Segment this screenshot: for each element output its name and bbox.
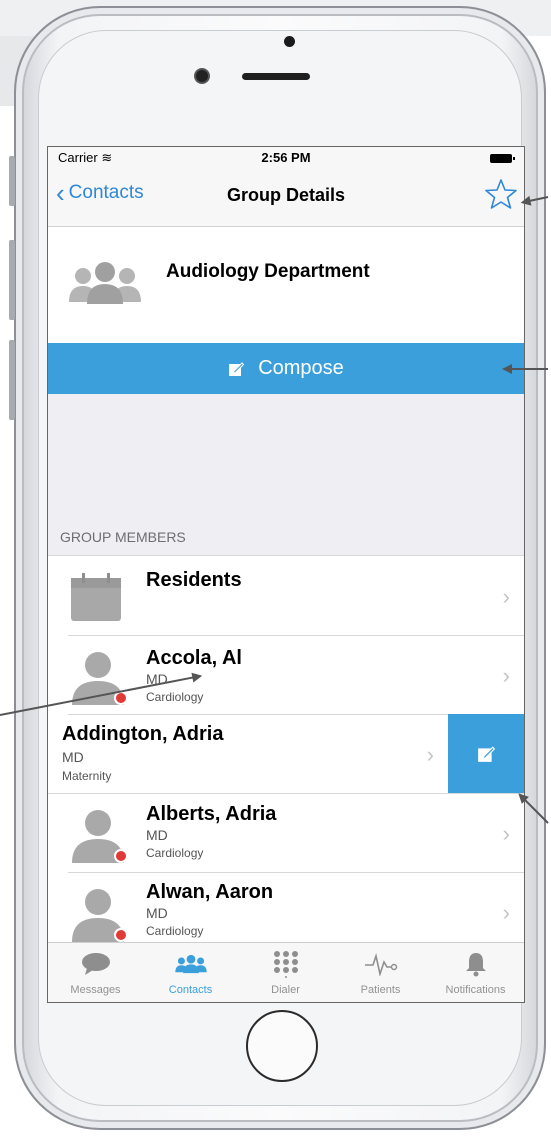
status-time: 2:56 PM (261, 150, 311, 165)
member-name: Alwan, Aaron (146, 881, 274, 903)
member-credential: MD (146, 827, 168, 843)
section-header: GROUP MEMBERS (60, 529, 186, 545)
member-department: Cardiology (146, 924, 204, 938)
member-name: Residents (146, 569, 242, 591)
star-icon[interactable] (484, 177, 518, 211)
people-icon (174, 954, 207, 974)
battery-icon (490, 154, 515, 163)
proximity-sensor (284, 36, 295, 47)
tab-label: Dialer (271, 984, 300, 996)
presence-busy-indicator (114, 849, 128, 863)
chevron-right-icon: › (502, 663, 510, 688)
tab-label: Contacts (168, 984, 213, 996)
member-name: Accola, Al (146, 647, 242, 669)
tab-patients[interactable]: Patients (333, 949, 428, 996)
stage: Carrier ≋ 2:56 PM ‹ Contacts Group Detai… (0, 0, 551, 1136)
annotation-arrow-compose (504, 368, 548, 370)
bell-icon (465, 953, 486, 977)
navigation-bar: ‹ Contacts Group Details (48, 169, 524, 227)
list-item-swiped[interactable]: Addington, Adria MD Maternity › (48, 714, 524, 794)
member-department: Maternity (62, 769, 112, 783)
chevron-right-icon: › (502, 821, 510, 846)
list-item[interactable]: Alberts, Adria MD Cardiology › (48, 793, 524, 873)
compose-button[interactable]: Compose (48, 343, 524, 394)
compose-icon (229, 361, 245, 376)
tab-label: Patients (360, 984, 401, 996)
calendar-icon (71, 573, 121, 621)
home-button[interactable] (246, 1010, 318, 1082)
page-title: Group Details (226, 185, 346, 205)
member-name: Alberts, Adria (146, 803, 277, 825)
tab-contacts[interactable]: Contacts (143, 949, 238, 996)
chat-bubble-icon (81, 953, 110, 975)
compose-icon (478, 745, 495, 762)
group-name: Audiology Department (166, 261, 370, 282)
tab-label: Notifications (445, 984, 506, 996)
tab-bar: Messages Contacts Dialer Patients Notifi… (48, 942, 524, 1002)
members-list: Residents › Accola, Al MD Cardiology › A… (48, 555, 524, 945)
member-department: Cardiology (146, 690, 204, 704)
phone-screen: Carrier ≋ 2:56 PM ‹ Contacts Group Detai… (47, 146, 525, 1003)
member-name: Addington, Adria (62, 723, 224, 745)
group-header: Audiology Department (48, 228, 524, 343)
tab-notifications[interactable]: Notifications (428, 949, 523, 996)
chevron-right-icon: › (502, 584, 510, 609)
member-credential: MD (146, 905, 168, 921)
chevron-right-icon: › (502, 900, 510, 925)
volume-up-button (9, 240, 15, 320)
tab-label: Messages (70, 984, 121, 996)
volume-down-button (9, 340, 15, 420)
list-item[interactable]: Accola, Al MD Cardiology › (48, 635, 524, 715)
tab-messages[interactable]: Messages (48, 949, 143, 996)
status-bar: Carrier ≋ 2:56 PM (48, 147, 524, 169)
compose-label: Compose (258, 357, 344, 379)
group-people-icon (69, 262, 141, 304)
swipe-compose-button[interactable] (448, 714, 524, 793)
mute-switch (9, 156, 15, 206)
earpiece-speaker (242, 73, 310, 80)
pulse-icon (364, 953, 397, 976)
front-camera (196, 70, 208, 82)
member-credential: MD (62, 749, 84, 765)
list-item[interactable]: Alwan, Aaron MD Cardiology › (48, 872, 524, 945)
chevron-right-icon: › (426, 742, 434, 767)
member-department: Cardiology (146, 846, 204, 860)
list-item[interactable]: Residents › (48, 556, 524, 636)
keypad-icon (273, 951, 298, 978)
tab-dialer[interactable]: Dialer (238, 949, 333, 996)
presence-busy-indicator (114, 928, 128, 942)
